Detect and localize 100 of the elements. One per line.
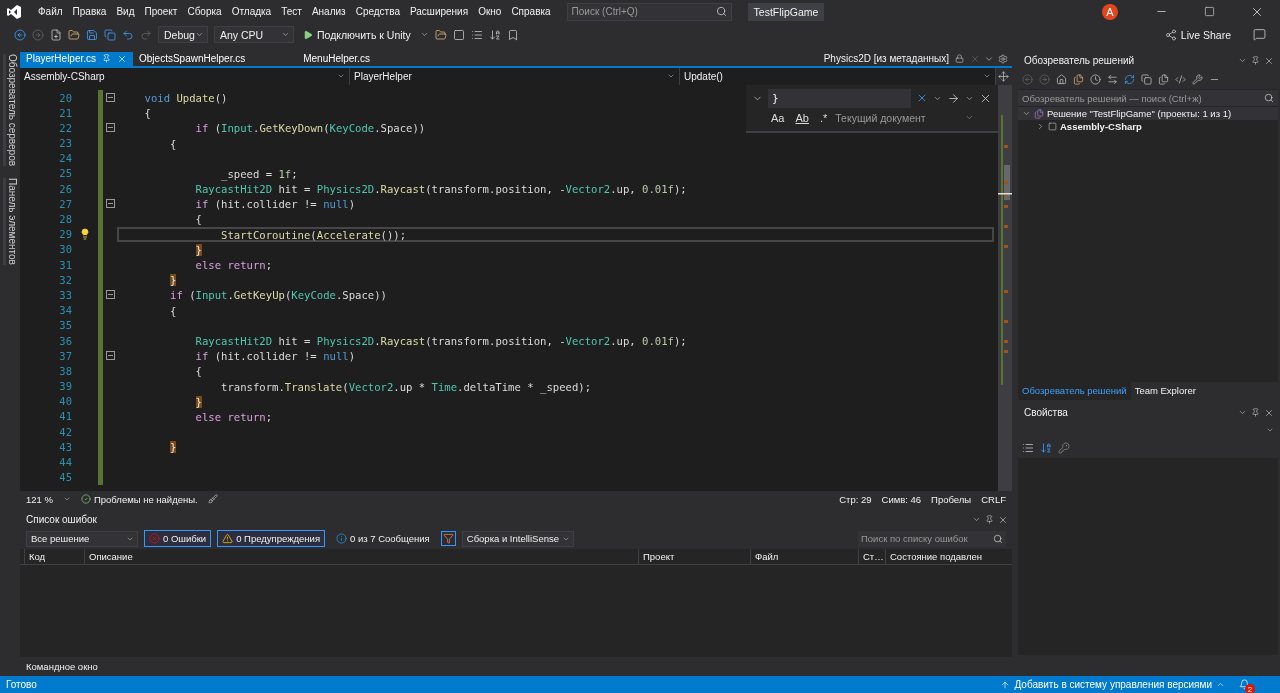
run-button[interactable]: Подключить к Unity bbox=[300, 28, 414, 41]
collapse-box[interactable] bbox=[105, 199, 115, 209]
platform-dropdown[interactable]: Any CPU bbox=[214, 26, 294, 43]
caret-icon[interactable] bbox=[195, 30, 204, 39]
warning-icon[interactable] bbox=[222, 533, 234, 545]
caret-icon[interactable] bbox=[1216, 680, 1225, 689]
pin-icon[interactable] bbox=[1251, 408, 1260, 417]
scope-dropdown[interactable]: Текущий документ bbox=[835, 111, 992, 124]
maximize-icon[interactable] bbox=[1203, 6, 1215, 17]
document-tab[interactable]: ObjectsSpawnHelper.cs bbox=[133, 52, 252, 66]
filter-button[interactable]: 0 Предупреждения bbox=[217, 530, 326, 548]
save-all-icon[interactable] bbox=[104, 28, 116, 41]
find-option[interactable]: Aa bbox=[768, 110, 788, 125]
pending-changes-icon[interactable] bbox=[1090, 73, 1101, 85]
column-header[interactable]: Файл bbox=[750, 549, 858, 565]
check-icon[interactable] bbox=[80, 494, 91, 505]
forward-icon[interactable] bbox=[32, 28, 44, 41]
panel-tab[interactable]: Team Explorer bbox=[1130, 382, 1200, 400]
cleanup-icon[interactable] bbox=[207, 494, 218, 505]
properties-icon[interactable] bbox=[1192, 73, 1203, 85]
open-folder-icon[interactable] bbox=[68, 28, 80, 41]
find-field[interactable]: } bbox=[768, 88, 911, 108]
refresh-icon[interactable] bbox=[1124, 73, 1135, 85]
sort-icon[interactable] bbox=[488, 28, 501, 41]
new-item-icon[interactable] bbox=[50, 28, 62, 41]
switch-views-icon[interactable] bbox=[1073, 73, 1084, 85]
bottom-tab[interactable]: Командное окно bbox=[24, 659, 100, 676]
menu-item[interactable]: Проект bbox=[140, 6, 182, 17]
collapse-all-icon[interactable] bbox=[1141, 73, 1152, 85]
arrow-up-icon[interactable] bbox=[1000, 679, 1011, 690]
caret-icon[interactable] bbox=[281, 30, 290, 39]
sync-icon[interactable] bbox=[1107, 73, 1118, 85]
feedback-icon[interactable] bbox=[1253, 28, 1266, 41]
menu-item[interactable]: Файл bbox=[34, 6, 67, 17]
window-icon[interactable] bbox=[452, 28, 465, 41]
column-header[interactable]: Проект bbox=[638, 549, 750, 565]
filter-button[interactable]: 0 Ошибки bbox=[144, 530, 212, 548]
close-icon[interactable] bbox=[1264, 407, 1274, 418]
collapse-icon[interactable] bbox=[1022, 109, 1031, 118]
back-icon[interactable] bbox=[14, 28, 26, 41]
search-field[interactable]: Обозреватель решений — поиск (Ctrl+ж) bbox=[1018, 90, 1278, 106]
pin-icon[interactable] bbox=[1251, 56, 1260, 65]
lock-icon[interactable] bbox=[955, 54, 964, 64]
find-option[interactable]: Ab bbox=[792, 110, 812, 125]
expand-icon[interactable] bbox=[1036, 122, 1045, 131]
menu-item[interactable]: Отладка bbox=[227, 6, 276, 17]
collapse-box[interactable] bbox=[105, 123, 115, 133]
search-icon[interactable] bbox=[715, 6, 727, 17]
preview-tab[interactable]: Physics2D [из метаданных] bbox=[817, 52, 970, 66]
filter-button[interactable]: 0 из 7 Сообщения bbox=[331, 530, 435, 548]
categorized-icon[interactable] bbox=[1022, 442, 1034, 454]
menu-item[interactable]: Расширения bbox=[405, 6, 473, 17]
menu-item[interactable]: Анализ bbox=[307, 6, 350, 17]
collapse-box[interactable] bbox=[105, 93, 115, 103]
error-icon[interactable] bbox=[149, 533, 160, 545]
show-all-files-icon[interactable] bbox=[1158, 73, 1169, 85]
close-icon[interactable] bbox=[1264, 55, 1274, 66]
collapse-box[interactable] bbox=[105, 351, 115, 361]
search-icon[interactable] bbox=[1264, 93, 1274, 103]
menu-item[interactable]: Тест bbox=[277, 6, 306, 17]
caret-icon[interactable] bbox=[419, 30, 429, 39]
home-icon[interactable] bbox=[1056, 73, 1067, 85]
collapse-box[interactable] bbox=[105, 290, 115, 300]
lightbulb-icon[interactable] bbox=[79, 228, 91, 241]
side-tab[interactable]: Панель элементов bbox=[2, 178, 18, 265]
menu-item[interactable]: Справка bbox=[507, 6, 555, 17]
split-icon[interactable] bbox=[998, 70, 1009, 82]
panel-tab[interactable]: Обозреватель решений bbox=[1018, 382, 1131, 400]
share-icon[interactable] bbox=[1164, 28, 1177, 41]
menu-item[interactable]: Окно bbox=[474, 6, 506, 17]
caret-icon[interactable] bbox=[1238, 408, 1247, 417]
menu-item[interactable]: Сборка bbox=[183, 6, 226, 17]
live-share-button[interactable]: Live Share bbox=[1164, 28, 1231, 41]
settings-icon[interactable] bbox=[998, 54, 1008, 64]
close-icon[interactable] bbox=[998, 514, 1008, 525]
bookmark-icon[interactable] bbox=[506, 28, 519, 41]
redo-icon[interactable] bbox=[140, 28, 152, 41]
undo-icon[interactable] bbox=[122, 28, 134, 41]
search-icon[interactable] bbox=[993, 533, 1003, 544]
search-field[interactable]: Поиск по списку ошибок bbox=[858, 530, 1006, 547]
column-header[interactable]: Состояние подавлен bbox=[885, 549, 993, 565]
pin-icon[interactable] bbox=[985, 515, 994, 525]
find-in-files-icon[interactable] bbox=[434, 28, 447, 41]
code-icon[interactable] bbox=[1175, 73, 1186, 85]
source-dropdown[interactable]: Сборка и IntelliSense bbox=[461, 530, 574, 547]
caret-icon[interactable] bbox=[1238, 56, 1247, 65]
menu-item[interactable]: Правка bbox=[68, 6, 111, 17]
menu-item[interactable]: Средства bbox=[351, 6, 404, 17]
search-field[interactable]: Поиск (Ctrl+Q) bbox=[566, 2, 732, 21]
line-ending[interactable]: CRLF bbox=[981, 493, 1006, 505]
account-avatar[interactable]: A bbox=[1102, 3, 1118, 20]
list-icon[interactable] bbox=[470, 28, 483, 41]
issues-status[interactable]: Проблемы не найдены. bbox=[80, 493, 198, 505]
menu-item[interactable]: Вид bbox=[112, 6, 139, 17]
solution-icon[interactable] bbox=[1034, 108, 1044, 119]
alphabetical-icon[interactable] bbox=[1040, 442, 1052, 454]
project-icon[interactable] bbox=[1048, 122, 1057, 131]
vertical-scrollbar[interactable] bbox=[998, 84, 1012, 492]
find-next-icon[interactable] bbox=[947, 91, 960, 105]
filter-icon[interactable] bbox=[442, 533, 454, 545]
